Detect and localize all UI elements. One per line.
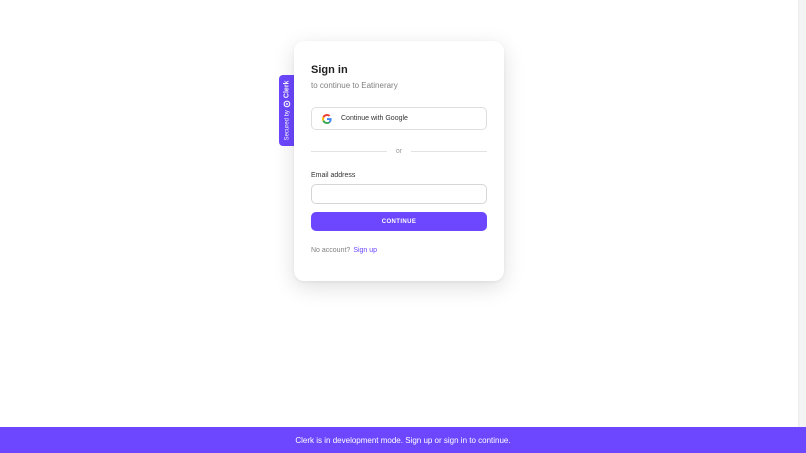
secured-by-text: Secured by (284, 110, 290, 141)
google-button-label: Continue with Google (341, 115, 408, 122)
sign-in-card: Sign in to continue to Eatinerary Contin… (294, 41, 504, 281)
email-label: Email address (311, 172, 356, 179)
card-title: Sign in (311, 64, 348, 76)
secured-by-clerk-badge[interactable]: Secured by Clerk (279, 75, 295, 146)
secured-by-content: Secured by Clerk (284, 81, 291, 141)
no-account-text: No account? (311, 247, 351, 254)
continue-button[interactable]: CONTINUE (311, 212, 487, 231)
card-subtitle: to continue to Eatinerary (311, 81, 398, 90)
development-mode-banner: Clerk is in development mode. Sign up or… (0, 427, 806, 453)
sign-in-page: Secured by Clerk Sign in to continue to … (0, 0, 806, 453)
divider-line-left (311, 150, 387, 152)
google-icon (322, 113, 332, 124)
sign-up-link[interactable]: Sign up (353, 247, 377, 254)
clerk-logo-icon (283, 100, 291, 107)
vertical-scrollbar[interactable] (798, 0, 806, 427)
clerk-brand: Clerk (284, 81, 291, 108)
development-mode-text: Clerk is in development mode. Sign up or… (295, 435, 511, 445)
email-field[interactable] (311, 184, 487, 204)
divider-text: or (395, 147, 403, 155)
no-account-row: No account? Sign up (311, 247, 377, 254)
clerk-brand-text: Clerk (283, 80, 291, 99)
or-divider: or (311, 146, 488, 156)
divider-line-right (411, 150, 488, 152)
continue-with-google-button[interactable]: Continue with Google (311, 107, 487, 130)
